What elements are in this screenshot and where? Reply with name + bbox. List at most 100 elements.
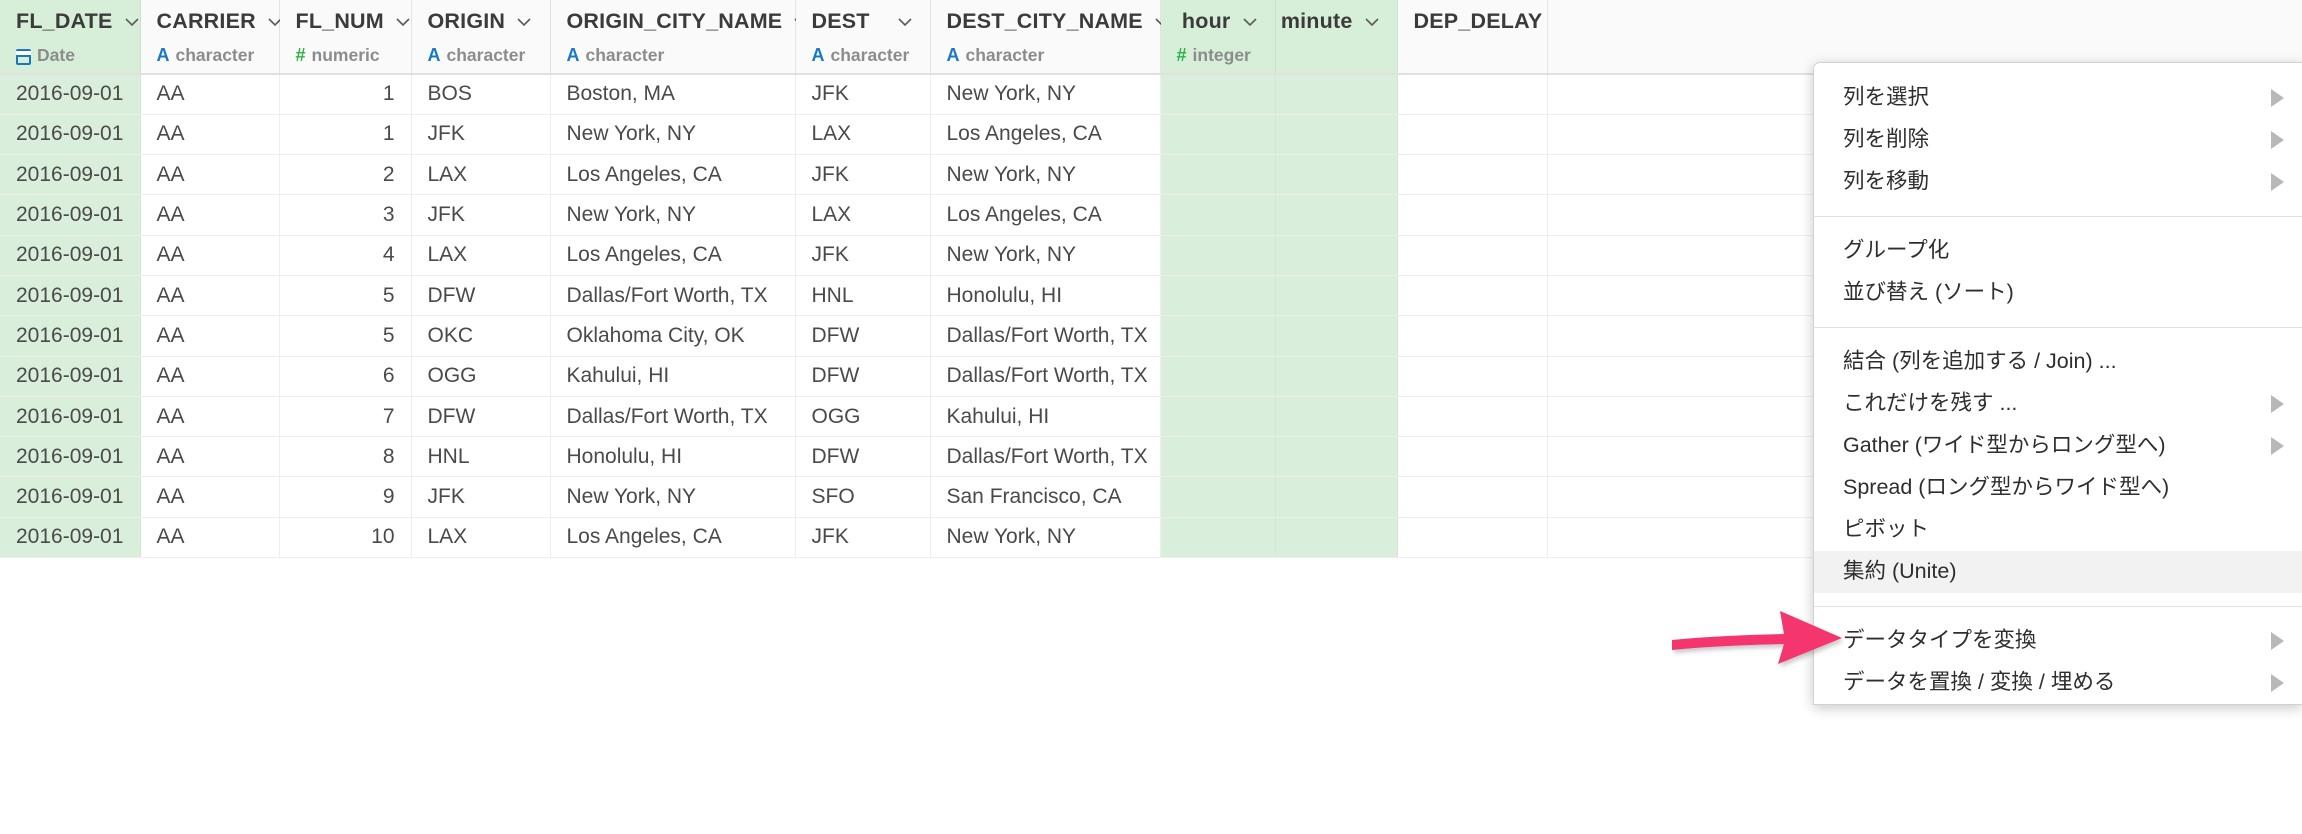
cell-dep-delay <box>1397 315 1548 357</box>
cell-hour <box>1160 235 1276 276</box>
column-type-label: character <box>830 44 910 65</box>
cell-origin: OGG <box>411 356 551 397</box>
cell-dep-delay <box>1397 74 1548 115</box>
cell-fl-num: 5 <box>279 275 412 317</box>
menu-item-label: 列を削除 <box>1843 127 1930 152</box>
cell-fl-date: 2016-09-01 <box>0 194 141 236</box>
menu-item-label: これだけを残す ... <box>1843 391 2018 416</box>
cell-dest-city-name: Kahului, HI <box>930 396 1161 438</box>
menu-item-label: 並び替え (ソート) <box>1843 280 2014 305</box>
cell-minute <box>1275 74 1398 115</box>
menu-item-label: 列を移動 <box>1843 169 1930 194</box>
chevron-down-icon[interactable] <box>896 13 914 31</box>
cell-minute <box>1275 194 1398 236</box>
cell-fl-num: 1 <box>279 114 412 156</box>
cell-carrier: AA <box>140 356 280 397</box>
chevron-down-icon[interactable] <box>394 13 412 31</box>
column-context-menu[interactable]: 列を選択 列を削除 列を移動 グループ化 並び替え (ソート) 結合 (列を追加… <box>1813 62 2302 705</box>
cell-dest: JFK <box>795 74 931 115</box>
cell-dep-delay <box>1397 114 1548 156</box>
column-header-dep-delay[interactable]: DEP_DELAY <box>1397 0 1548 75</box>
cell-dest-city-name: New York, NY <box>930 154 1161 196</box>
cell-origin-city-name: New York, NY <box>550 194 796 236</box>
cell-hour <box>1160 154 1276 196</box>
menu-item-gather[interactable]: Gather (ワイド型からロング型へ) <box>1814 425 2302 467</box>
character-type-icon: A <box>156 45 170 65</box>
cell-origin: LAX <box>411 235 551 276</box>
cell-hour <box>1160 396 1276 438</box>
menu-item-sort[interactable]: 並び替え (ソート) <box>1814 272 2302 314</box>
cell-fl-num: 8 <box>279 436 412 478</box>
column-header-origin[interactable]: ORIGIN A character <box>411 0 551 75</box>
menu-group-transform: データタイプを変換 データを置換 / 変換 / 埋める <box>1814 620 2302 704</box>
menu-item-convert-data-type[interactable]: データタイプを変換 <box>1814 620 2302 662</box>
menu-item-group-by[interactable]: グループ化 <box>1814 230 2302 272</box>
menu-item-replace-convert-fill[interactable]: データを置換 / 変換 / 埋める <box>1814 662 2302 704</box>
cell-minute <box>1275 315 1398 357</box>
number-type-icon: # <box>1176 45 1187 65</box>
chevron-right-icon <box>2271 632 2284 650</box>
cell-origin: BOS <box>411 74 551 115</box>
cell-fl-date: 2016-09-01 <box>0 275 141 317</box>
chevron-down-icon[interactable] <box>1363 13 1381 31</box>
cell-dep-delay <box>1397 517 1548 559</box>
cell-dest: LAX <box>795 114 931 156</box>
cell-origin: JFK <box>411 114 551 156</box>
chevron-down-icon[interactable] <box>123 13 141 31</box>
cell-minute <box>1275 275 1398 317</box>
menu-group-reshape: 結合 (列を追加する / Join) ... これだけを残す ... Gathe… <box>1814 341 2302 593</box>
column-header-fl-date[interactable]: FL_DATE Date <box>0 0 141 75</box>
cell-minute <box>1275 476 1398 518</box>
cell-origin: DFW <box>411 396 551 438</box>
cell-dest: SFO <box>795 476 931 518</box>
cell-dest-city-name: Dallas/Fort Worth, TX <box>930 436 1161 478</box>
cell-origin-city-name: Los Angeles, CA <box>550 154 796 196</box>
cell-fl-date: 2016-09-01 <box>0 154 141 196</box>
cell-dest-city-name: Dallas/Fort Worth, TX <box>930 315 1161 357</box>
chevron-down-icon[interactable] <box>515 13 533 31</box>
cell-dest: JFK <box>795 154 931 196</box>
column-header-dest[interactable]: DEST A character <box>795 0 931 75</box>
cell-dep-delay <box>1397 275 1548 317</box>
column-header-label: ORIGIN <box>427 8 506 33</box>
column-header-origin-city-name[interactable]: ORIGIN_CITY_NAME A character <box>550 0 808 75</box>
chevron-down-icon[interactable] <box>1241 13 1259 31</box>
column-header-minute[interactable]: minute <box>1275 0 1398 75</box>
cell-minute <box>1275 517 1398 559</box>
cell-carrier: AA <box>140 476 280 518</box>
chevron-right-icon <box>2271 173 2284 191</box>
cell-dest-city-name: Los Angeles, CA <box>930 114 1161 156</box>
menu-item-select-columns[interactable]: 列を選択 <box>1814 77 2302 119</box>
column-header-carrier[interactable]: CARRIER A character <box>140 0 282 75</box>
cell-fl-num: 6 <box>279 356 412 397</box>
cell-carrier: AA <box>140 517 280 559</box>
cell-origin: JFK <box>411 194 551 236</box>
cell-origin-city-name: Dallas/Fort Worth, TX <box>550 396 796 438</box>
cell-origin: LAX <box>411 517 551 559</box>
menu-item-unite[interactable]: 集約 (Unite) <box>1814 551 2302 593</box>
menu-item-pivot[interactable]: ピボット <box>1814 509 2302 551</box>
cell-carrier: AA <box>140 194 280 236</box>
column-header-hour[interactable]: hour # integer <box>1160 0 1276 75</box>
menu-item-label: 結合 (列を追加する / Join) ... <box>1843 349 2117 374</box>
menu-item-label: Gather (ワイド型からロング型へ) <box>1843 433 2166 458</box>
menu-item-join[interactable]: 結合 (列を追加する / Join) ... <box>1814 341 2302 383</box>
column-header-fl-num[interactable]: FL_NUM # numeric <box>279 0 412 75</box>
menu-item-delete-columns[interactable]: 列を削除 <box>1814 119 2302 161</box>
menu-item-spread[interactable]: Spread (ロング型からワイド型へ) <box>1814 467 2302 509</box>
cell-dest: HNL <box>795 275 931 317</box>
column-header-label: DEST_CITY_NAME <box>946 8 1143 33</box>
data-table-screen: FL_DATE Date CARRIER A character FL_NUM … <box>0 0 2302 834</box>
menu-item-move-columns[interactable]: 列を移動 <box>1814 161 2302 203</box>
menu-group-aggregate: グループ化 並び替え (ソート) <box>1814 230 2302 314</box>
cell-carrier: AA <box>140 74 280 115</box>
column-header-dest-city-name[interactable]: DEST_CITY_NAME A character <box>930 0 1169 75</box>
cell-dest: DFW <box>795 436 931 478</box>
cell-dest: DFW <box>795 315 931 357</box>
cell-minute <box>1275 396 1398 438</box>
menu-separator <box>1814 216 2302 217</box>
menu-item-keep-only[interactable]: これだけを残す ... <box>1814 383 2302 425</box>
column-header-label: DEST <box>811 8 870 33</box>
cell-dest: JFK <box>795 235 931 276</box>
menu-item-label: ピボット <box>1843 517 1930 542</box>
